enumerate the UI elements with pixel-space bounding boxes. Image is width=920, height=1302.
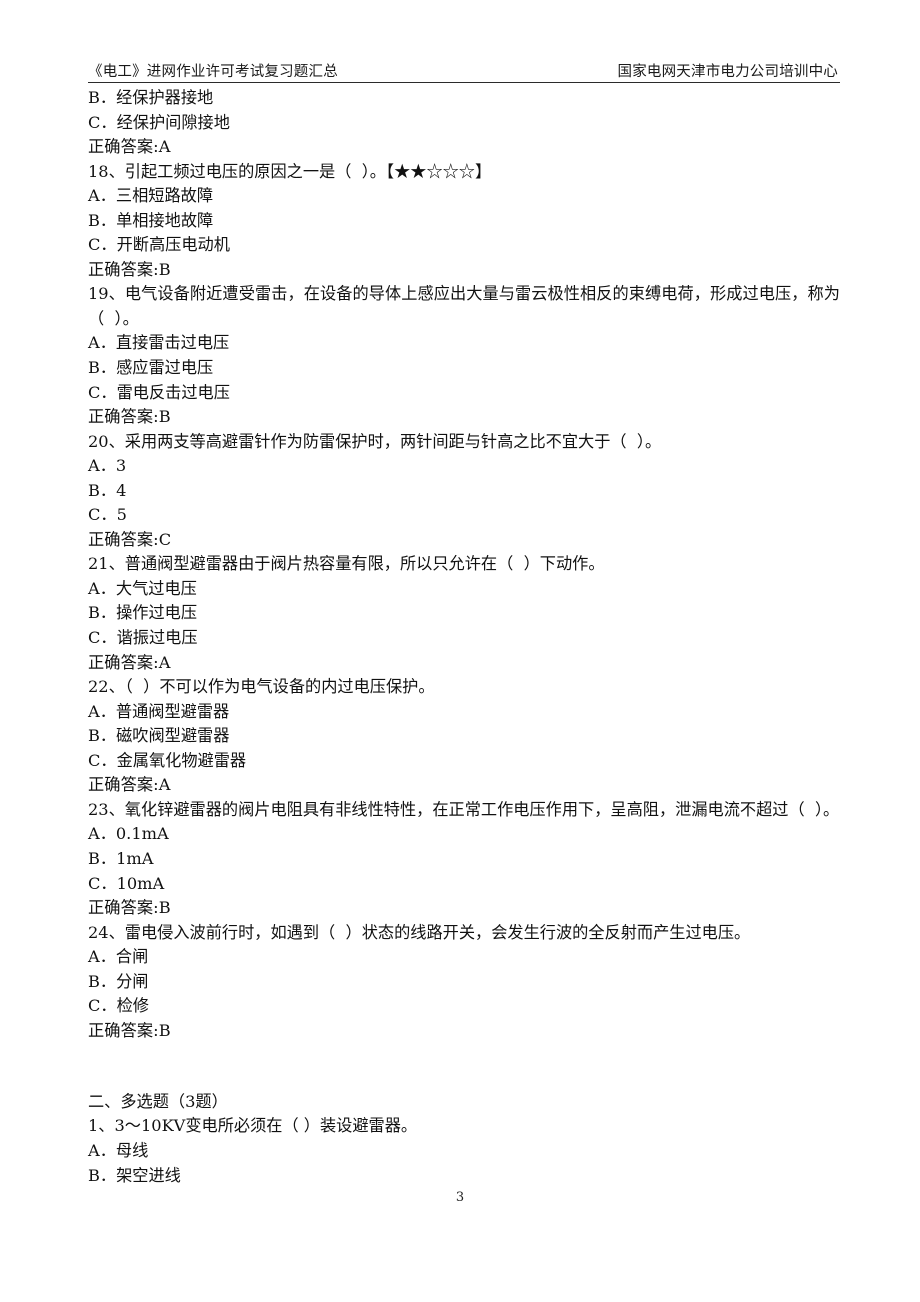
document-page: 《电工》进网作业许可考试复习题汇总 国家电网天津市电力公司培训中心 B．经保护器… xyxy=(0,0,920,1302)
option-line: B．经保护器接地 xyxy=(88,88,214,107)
option-line: C．10mA xyxy=(88,873,165,893)
option-line: A．0.1mA xyxy=(88,824,169,844)
option-line: A．3 xyxy=(88,456,127,476)
option-line: C．雷电反击过电压 xyxy=(88,382,230,402)
answer-line: 正确答案:A xyxy=(88,775,171,795)
option-line: A．母线 xyxy=(88,1140,149,1160)
question-stem: 22、（ ）不可以作为电气设备的内过电压保护。 xyxy=(88,677,435,697)
answer-line: 正确答案:A xyxy=(88,652,171,672)
question-stem: 20、采用两支等高避雷针作为防雷保护时，两针间距与针高之比不宜大于（ ）。 xyxy=(88,431,662,451)
option-line: A．普通阀型避雷器 xyxy=(88,701,230,721)
answer-line: 正确答案:B xyxy=(88,259,171,279)
option-line: B．架空进线 xyxy=(88,1165,181,1185)
running-header: 《电工》进网作业许可考试复习题汇总 国家电网天津市电力公司培训中心 xyxy=(88,58,840,82)
header-document-title: 《电工》进网作业许可考试复习题汇总 xyxy=(88,64,338,80)
option-line: B．单相接地故障 xyxy=(88,210,214,230)
option-line: A．直接雷击过电压 xyxy=(88,333,230,353)
question-stem: 18、引起工频过电压的原因之一是（ ）。【★★☆☆☆】 xyxy=(88,161,492,181)
option-line: C．开断高压电动机 xyxy=(88,235,230,255)
answer-line: 正确答案:B xyxy=(88,1020,171,1040)
option-line: B．感应雷过电压 xyxy=(88,358,214,378)
question-stem: 23、氧化锌避雷器的阀片电阻具有非线性特性，在正常工作电压作用下，呈高阻，泄漏电… xyxy=(88,799,840,819)
header-divider-rule xyxy=(88,82,840,83)
option-line: B．分闸 xyxy=(88,971,149,991)
section-gap-2 xyxy=(88,1068,840,1090)
question-stem: 21、普通阀型避雷器由于阀片热容量有限，所以只允许在（ ）下动作。 xyxy=(88,554,605,574)
option-line: B．4 xyxy=(88,480,127,500)
answer-line: 正确答案:C xyxy=(88,529,172,549)
option-line: A．大气过电压 xyxy=(88,578,197,598)
option-line: B．磁吹阀型避雷器 xyxy=(88,726,230,746)
answer-line: 正确答案:B xyxy=(88,407,171,427)
option-line: C．谐振过电压 xyxy=(88,628,198,648)
option-line: B．1mA xyxy=(88,848,154,868)
answer-line: 正确答案:B xyxy=(88,898,171,918)
option-line: C．经保护间隙接地 xyxy=(88,112,230,132)
page-number: 3 xyxy=(455,1190,465,1205)
option-line: C．5 xyxy=(88,505,127,525)
option-line: A．合闸 xyxy=(88,947,149,967)
page-footer: 3 xyxy=(0,1190,920,1206)
option-line: A．三相短路故障 xyxy=(88,186,214,206)
document-body: B．经保护器接地 C．经保护间隙接地 正确答案:A 18、引起工频过电压的原因之… xyxy=(88,86,840,1188)
option-line: C．金属氧化物避雷器 xyxy=(88,750,247,770)
answer-line: 正确答案:A xyxy=(88,137,171,157)
option-line: C．检修 xyxy=(88,996,149,1016)
option-line: B．操作过电压 xyxy=(88,603,198,623)
section-heading-multiple-choice: 二、多选题（3题） xyxy=(88,1091,228,1111)
question-stem: 24、雷电侵入波前行时，如遇到（ ）状态的线路开关，会发生行波的全反射而产生过电… xyxy=(88,922,751,942)
header-organization: 国家电网天津市电力公司培训中心 xyxy=(617,64,838,80)
question-stem: 19、电气设备附近遭受雷击，在设备的导体上感应出大量与雷云极性相反的束缚电荷，形… xyxy=(88,284,840,328)
question-stem: 1、3～10KV变电所必须在（ ）装设避雷器。 xyxy=(88,1116,418,1136)
